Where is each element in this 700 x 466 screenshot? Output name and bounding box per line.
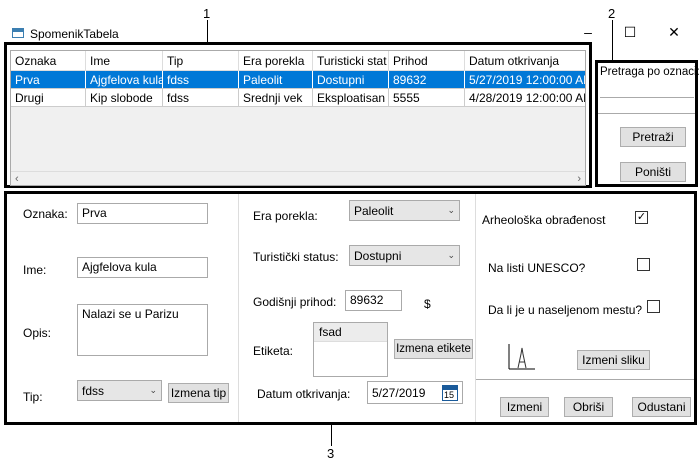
- callout-3-line: [331, 424, 332, 446]
- table-cell[interactable]: fdss: [163, 89, 239, 106]
- prihod-label: Godišnji prihod:: [253, 295, 337, 309]
- table-cell[interactable]: Dostupni: [313, 71, 389, 88]
- table-cell[interactable]: Drugi: [11, 89, 86, 106]
- oznaka-field[interactable]: Prva: [77, 203, 208, 224]
- era-select[interactable]: Paleolit ⌄: [349, 200, 460, 221]
- close-button[interactable]: ✕: [664, 24, 684, 41]
- chevron-down-icon: ⌄: [447, 205, 455, 215]
- delete-button[interactable]: Obriši: [564, 397, 613, 417]
- table-cell[interactable]: 89632: [389, 71, 465, 88]
- table-cell[interactable]: Prva: [11, 71, 86, 88]
- search-input[interactable]: [600, 81, 694, 98]
- table-cell[interactable]: Srednji vek: [239, 89, 313, 106]
- callout-1-line: [207, 20, 208, 42]
- table-cell[interactable]: Paleolit: [239, 71, 313, 88]
- ime-field[interactable]: Ajgfelova kula: [77, 257, 208, 278]
- grid-region: Oznaka Ime Tip Era porekla Turisticki st…: [4, 42, 592, 188]
- callout-2: 2: [608, 6, 616, 21]
- status-label: Turistički status:: [253, 250, 339, 264]
- ime-label: Ime:: [23, 263, 47, 277]
- era-select-value: Paleolit: [354, 203, 394, 218]
- status-select[interactable]: Dostupni ⌄: [349, 245, 460, 266]
- data-grid[interactable]: Oznaka Ime Tip Era porekla Turisticki st…: [10, 50, 586, 186]
- column-header[interactable]: Oznaka: [11, 51, 86, 70]
- edit-tip-button[interactable]: Izmena tip: [168, 383, 229, 403]
- era-label: Era porekla:: [253, 209, 318, 223]
- callout-2-line: [612, 20, 613, 60]
- edit-etiketa-button[interactable]: Izmena etikete: [394, 339, 473, 359]
- table-cell[interactable]: 4/28/2019 12:00:00 AM: [465, 89, 585, 106]
- search-label: Pretraga po oznaci:: [600, 66, 700, 78]
- etiketa-label: Etiketa:: [253, 344, 294, 358]
- column-header[interactable]: Ime: [86, 51, 163, 70]
- table-row[interactable]: Drugi Kip slobode fdss Srednji vek Ekspl…: [11, 89, 585, 107]
- details-region: Oznaka: Prva Ime: Ajgfelova kula Opis: N…: [4, 191, 697, 425]
- tip-label: Tip:: [23, 390, 43, 404]
- column-divider: [238, 194, 239, 422]
- calendar-day: 15: [444, 389, 455, 400]
- unesco-checkbox[interactable]: [637, 258, 650, 271]
- app-icon: [12, 28, 24, 38]
- table-cell[interactable]: Kip slobode: [86, 89, 163, 106]
- column-header[interactable]: Datum otkrivanja: [465, 51, 585, 70]
- horizontal-scrollbar[interactable]: ‹ ›: [11, 171, 585, 185]
- search-divider: [598, 113, 695, 114]
- table-cell[interactable]: 5/27/2019 12:00:00 AM: [465, 71, 585, 88]
- column-header[interactable]: Prihod: [389, 51, 465, 70]
- callout-1: 1: [203, 6, 211, 21]
- opis-label: Opis:: [23, 326, 52, 340]
- etiketa-list[interactable]: fsad: [313, 322, 388, 377]
- monument-image: [507, 344, 537, 370]
- column-divider: [475, 194, 476, 422]
- oznaka-label: Oznaka:: [23, 207, 68, 221]
- table-cell[interactable]: Eksploatisan: [313, 89, 389, 106]
- naselje-label: Da li je u naseljenom mestu?: [488, 303, 643, 317]
- callout-3: 3: [327, 446, 335, 461]
- edit-image-button[interactable]: Izmeni sliku: [577, 350, 650, 370]
- actions-divider: [476, 379, 694, 380]
- arheo-checkbox[interactable]: ✓: [635, 211, 648, 224]
- status-select-value: Dostupni: [354, 248, 402, 263]
- cancel-button[interactable]: Odustani: [632, 397, 691, 417]
- opis-field[interactable]: Nalazi se u Parizu: [77, 304, 208, 356]
- arheo-label: Arheološka obrađenost: [482, 213, 606, 227]
- datum-label: Datum otkrivanja:: [257, 387, 351, 401]
- datum-field[interactable]: 5/27/2019 15: [367, 381, 463, 404]
- naselje-checkbox[interactable]: [647, 300, 660, 313]
- table-row[interactable]: Prva Ajgfelova kula fdss Paleolit Dostup…: [11, 71, 585, 89]
- grid-header: Oznaka Ime Tip Era porekla Turisticki st…: [11, 51, 585, 71]
- scroll-left-icon[interactable]: ‹: [15, 173, 19, 185]
- window-title: SpomenikTabela: [30, 27, 119, 41]
- edit-button[interactable]: Izmeni: [500, 397, 549, 417]
- minimize-button[interactable]: –: [578, 24, 598, 40]
- maximize-button[interactable]: ☐: [620, 24, 640, 41]
- datum-value: 5/27/2019: [372, 385, 426, 400]
- column-header[interactable]: Era porekla: [239, 51, 313, 70]
- tip-select[interactable]: fdss ⌄: [77, 380, 162, 401]
- tip-select-value: fdss: [82, 383, 105, 398]
- chevron-down-icon: ⌄: [447, 250, 455, 260]
- list-item[interactable]: fsad: [314, 323, 387, 342]
- scroll-right-icon[interactable]: ›: [577, 173, 581, 185]
- table-cell[interactable]: 5555: [389, 89, 465, 106]
- currency-label: $: [424, 297, 431, 311]
- table-cell[interactable]: fdss: [163, 71, 239, 88]
- search-region: Pretraga po oznaci: Pretraži Poništi: [595, 60, 700, 187]
- unesco-label: Na listi UNESCO?: [488, 261, 586, 275]
- column-header[interactable]: Turisticki stat: [313, 51, 389, 70]
- search-button[interactable]: Pretraži: [620, 127, 686, 147]
- eiffel-tower-icon: [508, 344, 535, 370]
- reset-button[interactable]: Poništi: [620, 162, 686, 182]
- column-header[interactable]: Tip: [163, 51, 239, 70]
- prihod-field[interactable]: 89632: [345, 290, 402, 311]
- table-cell[interactable]: Ajgfelova kula: [86, 71, 163, 88]
- calendar-icon[interactable]: 15: [442, 384, 458, 401]
- chevron-down-icon: ⌄: [149, 385, 157, 395]
